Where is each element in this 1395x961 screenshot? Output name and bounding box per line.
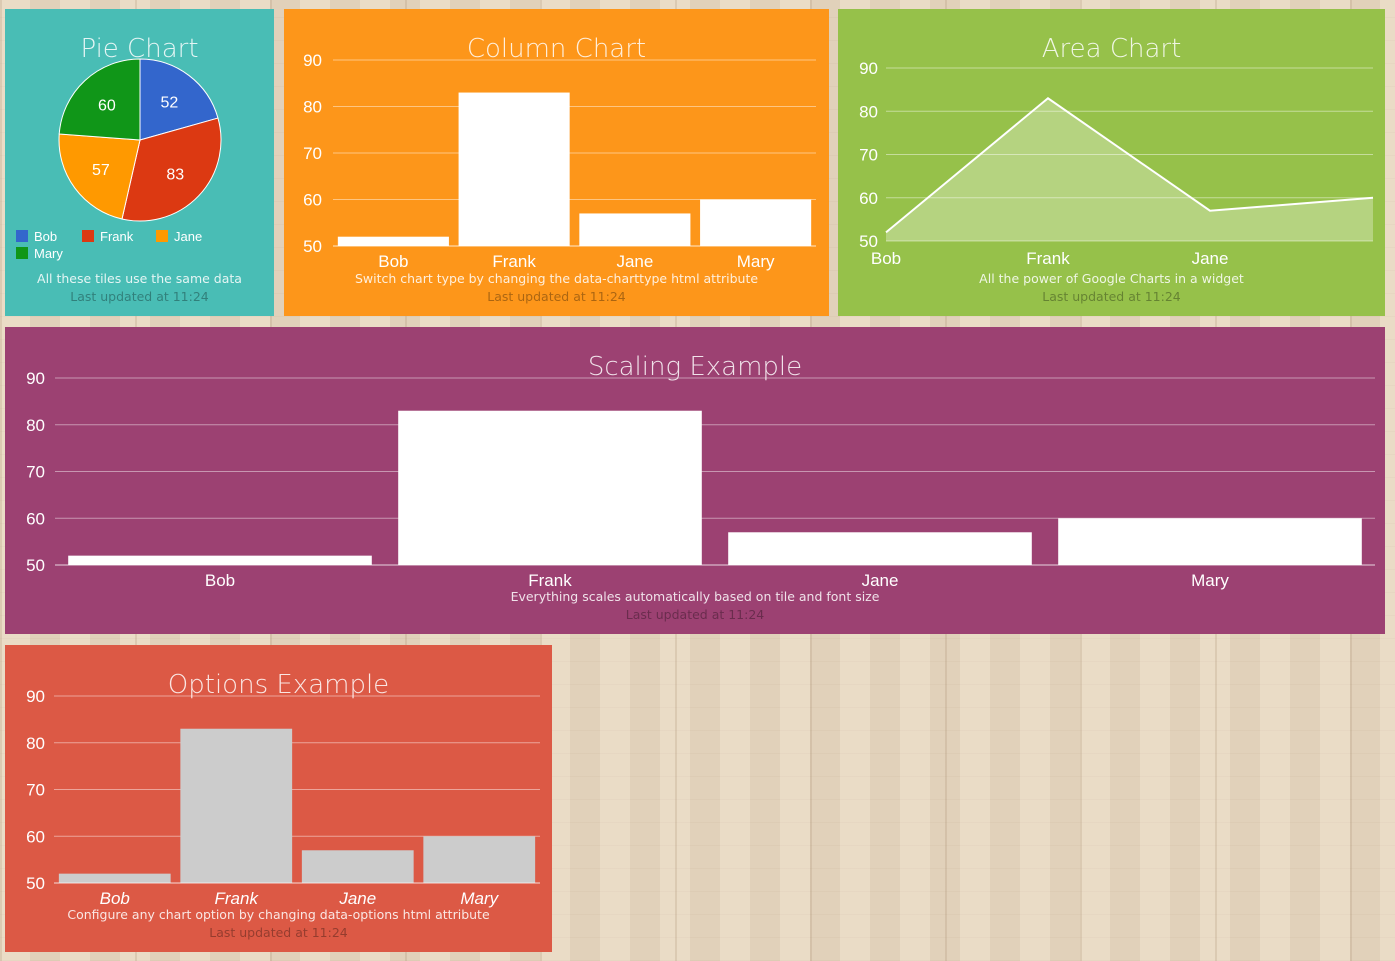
y-tick-label: 80 (26, 734, 45, 753)
pie-chart: 52 83 57 60 Bob Frank Jane Mary (16, 58, 222, 261)
y-tick-label: 50 (26, 874, 45, 893)
pie-more-info: All these tiles use the same data (37, 271, 242, 286)
y-tick-label: 90 (859, 59, 878, 78)
y-tick-label: 50 (303, 237, 322, 256)
y-tick-label: 80 (303, 98, 322, 117)
column-more-info: Switch chart type by changing the data-c… (354, 271, 759, 286)
x-tick-label: Frank (492, 252, 536, 271)
bar-jane (579, 213, 691, 246)
legend-swatch-frank (82, 230, 94, 242)
x-tick-label: Jane (862, 571, 899, 590)
pie-slice-label: 83 (166, 166, 184, 183)
bar-frank (458, 92, 570, 246)
y-tick-label: 70 (26, 781, 45, 800)
x-tick-label: Mary (1191, 571, 1229, 590)
y-tick-label: 90 (303, 51, 322, 70)
legend-swatch-jane (156, 230, 168, 242)
scaling-chart-tile: Scaling Example 50 60 70 80 90 Bob Frank Jane Ma… (5, 327, 1385, 634)
legend-swatch-mary (16, 247, 28, 259)
x-tick-label: Bob (100, 889, 130, 908)
y-tick-label: 90 (26, 687, 45, 706)
area-updated-at: Last updated at 11:24 (1042, 289, 1181, 304)
area-more-info: All the power of Google Charts in a widg… (979, 271, 1244, 286)
y-tick-label: 60 (303, 191, 322, 210)
y-tick-label: 60 (859, 189, 878, 208)
options-more-info: Configure any chart option by changing d… (67, 907, 490, 922)
legend-label: Bob (34, 229, 57, 244)
options-chart: 50 60 70 80 90 Bob Frank Jane Mary (26, 687, 540, 908)
options-chart-tile: Options Example 50 60 70 80 90 Bob Frank Jane Ma… (5, 645, 552, 952)
scaling-more-info: Everything scales automatically based on… (510, 589, 880, 604)
pie-slice-label: 60 (98, 97, 116, 114)
area-fill (886, 98, 1373, 242)
y-tick-label: 90 (26, 369, 45, 388)
y-tick-label: 70 (859, 146, 878, 165)
column-chart: 50 60 70 80 90 Bob Frank Jane Mary (303, 51, 816, 271)
area-chart: 5060708090Bob Frank Jane (859, 59, 1374, 268)
x-tick-label: Mary (460, 889, 499, 908)
x-tick-label: Bob (378, 252, 408, 271)
x-tick-label: Bob (871, 249, 901, 268)
y-tick-label: 70 (26, 463, 45, 482)
bar-bob (68, 555, 372, 565)
pie-slice-label: 57 (92, 162, 110, 179)
x-tick-label: Jane (338, 889, 376, 908)
scaling-updated-at: Last updated at 11:24 (625, 607, 765, 622)
bar-mary (423, 836, 536, 883)
y-tick-label: 70 (303, 144, 322, 163)
y-tick-label: 60 (26, 827, 45, 846)
bar-frank (180, 728, 293, 883)
bar-jane (301, 850, 414, 883)
x-tick-label: Bob (205, 571, 235, 590)
x-tick-label: Frank (215, 889, 260, 908)
bar-jane (728, 532, 1032, 565)
x-tick-label: Frank (528, 571, 572, 590)
legend-label: Frank (100, 229, 134, 244)
legend-label: Jane (174, 229, 202, 244)
y-tick-label: 80 (26, 416, 45, 435)
legend-swatch-bob (16, 230, 28, 242)
x-tick-label: Jane (1192, 249, 1229, 268)
y-tick-label: 60 (26, 509, 45, 528)
column-chart-tile: Column Chart 50 60 70 80 90 Bob Frank Jane Mary … (284, 9, 829, 316)
bar-bob (337, 236, 449, 246)
bar-bob (58, 873, 171, 883)
pie-chart-tile: Pie Chart 52 83 57 60 Bob Frank Jane Mary All t… (5, 9, 274, 316)
x-tick-label: Mary (737, 252, 775, 271)
pie-updated-at: Last updated at 11:24 (70, 289, 209, 304)
y-tick-label: 50 (26, 556, 45, 575)
options-updated-at: Last updated at 11:24 (209, 925, 348, 940)
bar-mary (700, 199, 812, 246)
x-tick-label: Frank (1026, 249, 1070, 268)
legend-label: Mary (34, 246, 63, 261)
pie-slice-label: 52 (160, 94, 178, 111)
y-tick-label: 80 (859, 102, 878, 121)
bar-frank (398, 410, 702, 565)
scaling-chart: 50 60 70 80 90 Bob Frank Jane Mary (26, 369, 1375, 590)
column-updated-at: Last updated at 11:24 (487, 289, 626, 304)
area-chart-tile: Area Chart 50 60 70 80 90 Bob Frank Jane All th… (838, 9, 1385, 316)
x-tick-label: Jane (616, 252, 653, 271)
bar-mary (1058, 518, 1362, 565)
